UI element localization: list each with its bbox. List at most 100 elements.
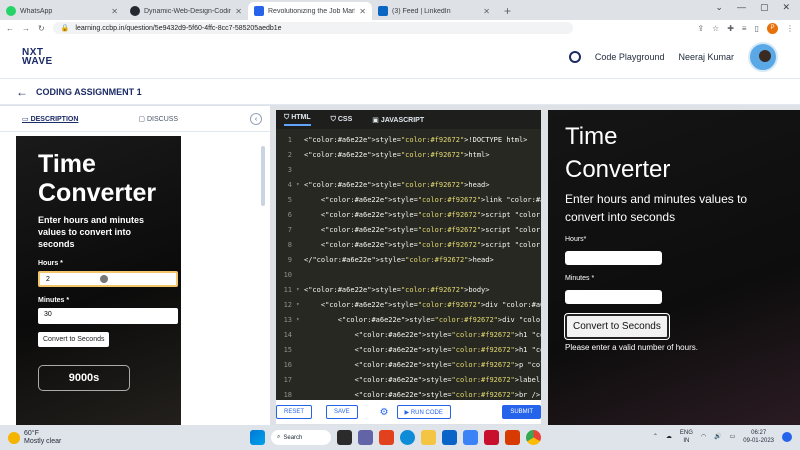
volume-icon[interactable]: 🔊 xyxy=(714,433,721,441)
title-line-2: Converter xyxy=(38,179,157,207)
minutes-input[interactable]: 30 xyxy=(38,308,178,324)
tab-discuss[interactable]: ▢ DISCUSS xyxy=(138,115,178,123)
mail-icon[interactable] xyxy=(442,430,457,445)
taskbar-search[interactable]: ⌕ Search xyxy=(271,430,331,445)
code-text: <"color:#a6e22e">style="color:#f92672">b… xyxy=(304,285,490,294)
windows-start-icon[interactable] xyxy=(250,430,265,445)
notification-icon[interactable] xyxy=(782,432,792,442)
code-line[interactable]: 16 <"color:#a6e22e">style="color:#f92672… xyxy=(276,357,541,372)
code-line[interactable]: 8 <"color:#a6e22e">style="color:#f92672"… xyxy=(276,237,541,252)
code-text: <"color:#a6e22e">style="color:#f92672">l… xyxy=(304,195,541,204)
code-line[interactable]: 6 <"color:#a6e22e">style="color:#f92672"… xyxy=(276,207,541,222)
cloud-icon[interactable]: ☁ xyxy=(666,433,672,441)
reload-icon[interactable]: ↻ xyxy=(38,24,45,33)
folder-icon[interactable] xyxy=(421,430,436,445)
timer-icon[interactable] xyxy=(568,51,581,63)
reset-button[interactable]: RESET xyxy=(276,405,313,419)
battery-icon[interactable]: ▭ xyxy=(730,433,736,441)
code-line[interactable]: 1 <"color:#a6e22e">style="color:#f92672">… xyxy=(276,132,541,147)
minimize-icon[interactable]: — xyxy=(737,2,746,13)
weather-widget[interactable]: 60°F Mostly clear xyxy=(8,430,61,446)
run-code-button[interactable]: ▶ RUN CODE xyxy=(396,405,451,419)
more-icon[interactable]: ⋮ xyxy=(786,24,794,33)
close-icon[interactable]: ✕ xyxy=(782,2,790,13)
extensions-icon[interactable]: ✚ xyxy=(727,24,734,33)
tab-html[interactable]: ⛉ HTML xyxy=(284,114,311,126)
chrome-icon[interactable] xyxy=(526,430,541,445)
convert-button[interactable]: Convert to Seconds xyxy=(564,313,670,340)
submit-button[interactable]: SUBMIT xyxy=(502,405,541,419)
browser-tab-github[interactable]: Dynamic-Web-Design-Coding-Te✕ xyxy=(124,2,248,20)
code-line[interactable]: 7 <"color:#a6e22e">style="color:#f92672"… xyxy=(276,222,541,237)
star-icon[interactable]: ☆ xyxy=(712,24,719,33)
code-line[interactable]: 2 <"color:#a6e22e">style="color:#f92672">… xyxy=(276,147,541,162)
browser-tab-whatsapp[interactable]: WhatsApp ✕ xyxy=(0,2,124,20)
teams-icon[interactable] xyxy=(358,430,373,445)
sidebar-icon[interactable]: ▯ xyxy=(755,24,759,33)
temperature: 60°F xyxy=(24,429,39,437)
forward-icon[interactable]: → xyxy=(22,24,30,33)
code-line[interactable]: 5 <"color:#a6e22e">style="color:#f92672"… xyxy=(276,192,541,207)
code-line[interactable]: 15 <"color:#a6e22e">style="color:#f92672… xyxy=(276,342,541,357)
profile-avatar[interactable]: P xyxy=(767,22,778,34)
chevron-up-icon[interactable]: ⌃ xyxy=(653,433,658,441)
code-line[interactable]: 13 ▾ <"color:#a6e22e">style="color:#f9267… xyxy=(276,312,541,327)
user-name[interactable]: Neeraj Kumar xyxy=(678,52,734,62)
file-explorer-icon[interactable] xyxy=(337,430,352,445)
app-icon[interactable] xyxy=(379,430,394,445)
code-line[interactable]: 4 ▾ <"color:#a6e22e">style="color:#f92672"… xyxy=(276,177,541,192)
url-field[interactable]: 🔒 learning.ccbp.in/question/5e9432d9-5f6… xyxy=(52,22,573,34)
code-area[interactable]: 1 <"color:#a6e22e">style="color:#f92672">… xyxy=(276,129,541,402)
fold-icon[interactable]: ▾ xyxy=(296,181,304,188)
close-icon[interactable]: ✕ xyxy=(483,7,490,16)
code-line[interactable]: 10 xyxy=(276,267,541,282)
code-line[interactable]: 3 xyxy=(276,162,541,177)
code-text: <"color:#a6e22e">style="color:#f92672">d… xyxy=(304,300,541,309)
css-icon: ⛉ xyxy=(330,115,338,123)
fold-icon[interactable]: ▾ xyxy=(296,286,304,293)
close-icon[interactable]: ✕ xyxy=(359,7,366,16)
error-message: Please enter a valid number of hours. xyxy=(565,343,698,352)
tab-description[interactable]: ▭ DESCRIPTION xyxy=(22,115,78,123)
edge-icon[interactable] xyxy=(400,430,415,445)
code-line[interactable]: 9 </"color:#a6e22e">style="color:#f92672"… xyxy=(276,252,541,267)
close-icon[interactable]: ✕ xyxy=(111,7,118,16)
fold-icon[interactable]: ▾ xyxy=(296,316,304,323)
code-line[interactable]: 12 ▾ <"color:#a6e22e">style="color:#f9267… xyxy=(276,297,541,312)
menu-list-icon[interactable]: ≡ xyxy=(742,24,747,33)
nxtwave-logo[interactable]: NXT WAVE xyxy=(22,48,53,67)
language-indicator[interactable]: ENG IN xyxy=(680,429,693,445)
store-icon[interactable] xyxy=(463,430,478,445)
clock[interactable]: 06:27 09-01-2023 xyxy=(743,429,774,445)
code-playground-link[interactable]: Code Playground xyxy=(595,52,665,62)
convert-button[interactable]: Convert to Seconds xyxy=(38,332,110,347)
back-arrow-icon[interactable]: ← xyxy=(16,85,28,99)
collapse-panel-button[interactable]: ‹ xyxy=(250,113,262,125)
tab-css[interactable]: ⛉ CSS xyxy=(331,116,353,124)
chevron-down-icon[interactable]: ⌄ xyxy=(715,2,723,13)
browser-tab-active[interactable]: Revolutionizing the Job Market | ✕ xyxy=(248,2,372,20)
fold-icon[interactable]: ▾ xyxy=(296,301,304,308)
settings-icon[interactable]: ⚙ xyxy=(380,407,389,418)
office-icon[interactable] xyxy=(505,430,520,445)
code-line[interactable]: 11 ▾ <"color:#a6e22e">style="color:#f92672… xyxy=(276,282,541,297)
mcafee-icon[interactable] xyxy=(484,430,499,445)
hours-input[interactable] xyxy=(565,251,662,265)
share-icon[interactable]: ⇪ xyxy=(697,24,704,33)
maximize-icon[interactable]: ▢ xyxy=(760,2,769,13)
minutes-input[interactable] xyxy=(565,290,662,304)
panel-scrollbar[interactable] xyxy=(261,146,265,206)
save-button[interactable]: SAVE xyxy=(326,405,358,419)
wifi-icon[interactable]: ◠ xyxy=(701,433,706,441)
new-tab-button[interactable]: + xyxy=(496,2,519,20)
close-icon[interactable]: ✕ xyxy=(235,7,242,16)
tab-javascript[interactable]: ▣ JAVASCRIPT xyxy=(372,116,424,124)
browser-tab-linkedin[interactable]: (3) Feed | LinkedIn ✕ xyxy=(372,2,496,20)
code-line[interactable]: 14 <"color:#a6e22e">style="color:#f92672… xyxy=(276,327,541,342)
hours-input[interactable]: 2 xyxy=(38,271,178,287)
back-icon[interactable]: ← xyxy=(6,24,14,33)
code-text: <"color:#a6e22e">style="color:#f92672">!… xyxy=(304,135,528,144)
user-avatar[interactable] xyxy=(748,42,778,72)
code-line[interactable]: 17 <"color:#a6e22e">style="color:#f92672… xyxy=(276,372,541,387)
line-number: 17 xyxy=(283,375,292,384)
